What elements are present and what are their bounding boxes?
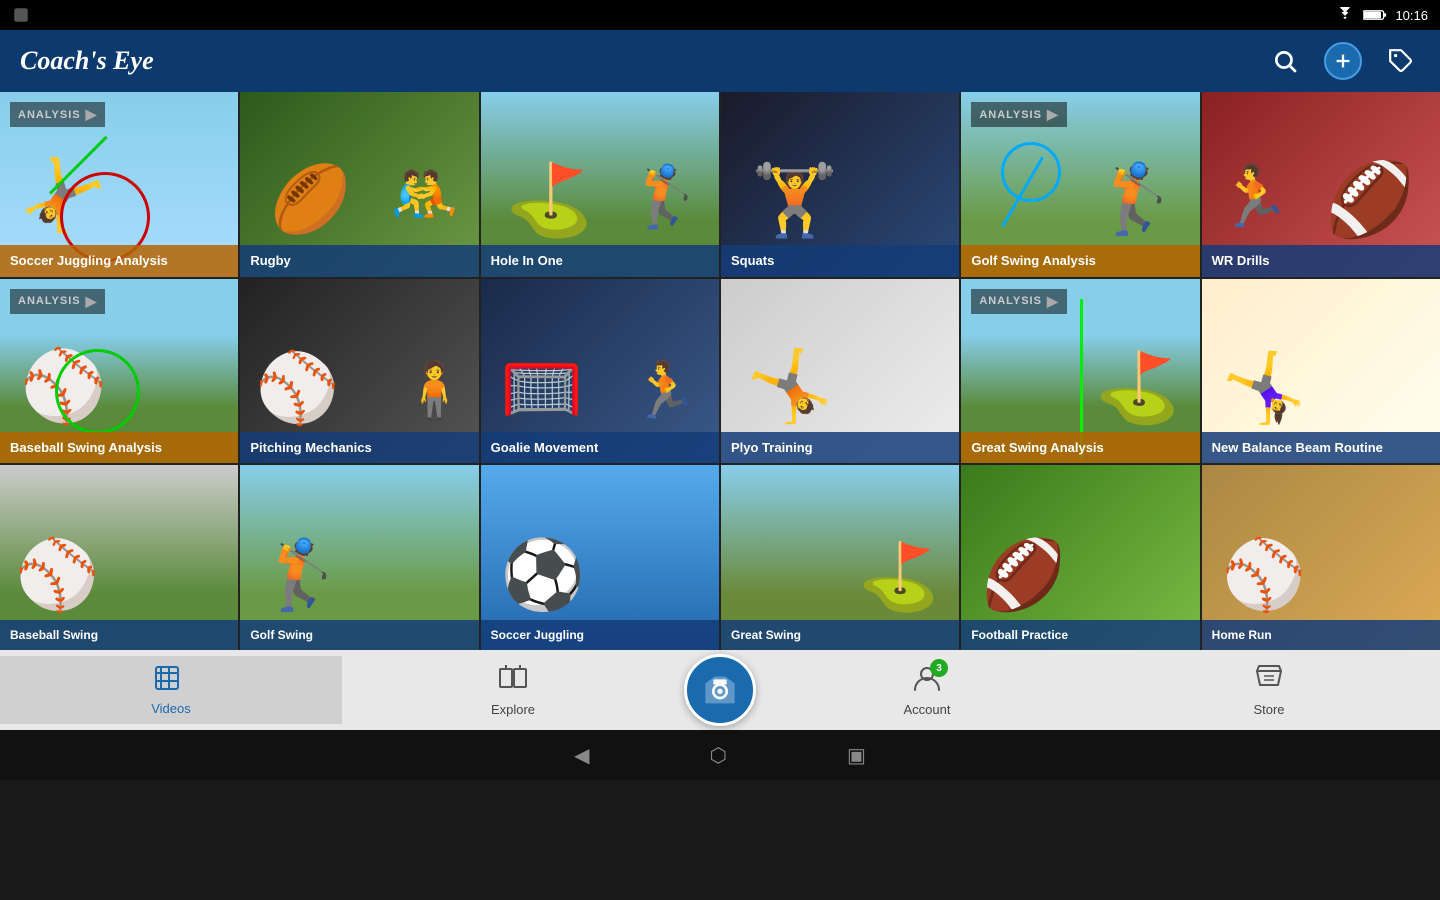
grid-cell-great-swing-analysis[interactable]: ⛳ ANALYSIS ▶ Great Swing Analysis [961,279,1199,464]
grid-cell-new-balance-beam[interactable]: 🤸‍♀️ New Balance Beam Routine [1202,279,1440,464]
home-button[interactable]: ⬡ [710,743,727,768]
analysis-badge-soccer: ANALYSIS ▶ [10,102,105,127]
cell-label-wr-drills: WR Drills [1202,245,1440,277]
nav-icon-wrap-explore [498,663,528,698]
circle-annotation-green [55,349,140,434]
cell-label-soccer-juggling2: Soccer Juggling [481,620,719,650]
analysis-badge-baseball: ANALYSIS ▶ [10,289,105,314]
back-button[interactable]: ◀ [574,743,589,768]
grid-cell-soccer-juggling2[interactable]: ⚽ Soccer Juggling [481,465,719,650]
nav-item-account[interactable]: 3 Account [756,655,1098,725]
cell-label-new-balance-beam: New Balance Beam Routine [1202,432,1440,464]
nav-icon-wrap-store [1254,663,1284,698]
grid-cell-golf-swing-analysis[interactable]: 🏌️ ANALYSIS ▶ Golf Swing Analysis [961,92,1199,277]
system-nav-bar: ◀ ⬡ ▣ [0,730,1440,780]
status-bar: 10:16 [0,0,1440,30]
analysis-badge-golf: ANALYSIS ▶ [971,102,1066,127]
nav-label-store: Store [1253,702,1284,717]
bottom-nav: Videos Explore 3 [0,650,1440,730]
cell-label-baseball-swing2: Baseball Swing [0,620,238,650]
cell-label-golf-swing2: Golf Swing [240,620,478,650]
status-bar-left [12,6,30,24]
videos-icon [155,664,187,692]
nav-label-explore: Explore [491,702,535,717]
cell-label-soccer-juggling: Soccer Juggling Analysis [0,245,238,277]
grid-cell-hole-in-one[interactable]: ⛳ 🏌️ Hole In One [481,92,719,277]
cell-label-great-swing2: Great Swing [721,620,959,650]
top-bar-actions [1266,42,1420,80]
video-grid: 🤸 ANALYSIS ▶ Soccer Juggling Analysis 🏉 … [0,92,1440,650]
store-icon [1254,663,1284,693]
cell-label-great-swing-analysis: Great Swing Analysis [961,432,1199,464]
search-icon [1272,48,1298,74]
grid-cell-wr-drills[interactable]: 🏈 🏃 WR Drills [1202,92,1440,277]
explore-icon [498,663,528,693]
grid-cell-squats[interactable]: 🏋️ Squats [721,92,959,277]
camera-icon [704,674,736,706]
grid-cell-golf-swing2[interactable]: 🏌️ Golf Swing [240,465,478,650]
app-title: Coach's Eye [20,46,154,76]
grid-cell-baseball-swing-analysis[interactable]: ⚾ ANALYSIS ▶ Baseball Swing Analysis [0,279,238,464]
top-bar: Coach's Eye [0,30,1440,92]
plus-icon [1332,50,1354,72]
add-button[interactable] [1324,42,1362,80]
analysis-badge-great-swing: ANALYSIS ▶ [971,289,1066,314]
tag-button[interactable] [1382,42,1420,80]
grid-cell-great-swing2[interactable]: ⛳ Great Swing [721,465,959,650]
grid-cell-pitching-mechanics[interactable]: ⚾ 🧍 Pitching Mechanics [240,279,478,464]
cell-label-squats: Squats [721,245,959,277]
cell-label-baseball-swing-analysis: Baseball Swing Analysis [0,432,238,464]
account-notification-badge: 3 [930,659,948,677]
grid-cell-goalie-movement[interactable]: 🥅 🏃 Goalie Movement [481,279,719,464]
grid-cell-baseball-swing2[interactable]: ⚾ Baseball Swing [0,465,238,650]
app-icon [12,6,30,24]
nav-icon-wrap-videos [155,664,187,697]
grid-cell-plyo-training[interactable]: 🤸 Plyo Training [721,279,959,464]
nav-label-videos: Videos [151,701,191,716]
search-button[interactable] [1266,42,1304,80]
wifi-icon [1335,7,1355,23]
grid-cell-home-run[interactable]: ⚾ Home Run [1202,465,1440,650]
tag-icon [1388,48,1414,74]
time-display: 10:16 [1395,8,1428,23]
nav-item-store[interactable]: Store [1098,655,1440,725]
grid-cell-rugby[interactable]: 🏉 🤼 Rugby [240,92,478,277]
camera-button[interactable] [684,654,756,726]
cell-label-pitching-mechanics: Pitching Mechanics [240,432,478,464]
grid-cell-soccer-juggling[interactable]: 🤸 ANALYSIS ▶ Soccer Juggling Analysis [0,92,238,277]
cell-label-goalie-movement: Goalie Movement [481,432,719,464]
grid-cell-football-practice[interactable]: 🏈 Football Practice [961,465,1199,650]
cell-label-home-run: Home Run [1202,620,1440,650]
nav-icon-wrap-account: 3 [912,663,942,698]
status-bar-right: 10:16 [1335,7,1428,23]
nav-label-account: Account [904,702,951,717]
cell-label-plyo-training: Plyo Training [721,432,959,464]
nav-item-videos[interactable]: Videos [0,656,342,724]
cell-label-football-practice: Football Practice [961,620,1199,650]
cell-label-golf-swing-analysis: Golf Swing Analysis [961,245,1199,277]
nav-item-explore[interactable]: Explore [342,655,684,725]
cell-label-rugby: Rugby [240,245,478,277]
recent-apps-button[interactable]: ▣ [847,743,866,768]
battery-icon [1363,8,1387,22]
cell-label-hole-in-one: Hole In One [481,245,719,277]
